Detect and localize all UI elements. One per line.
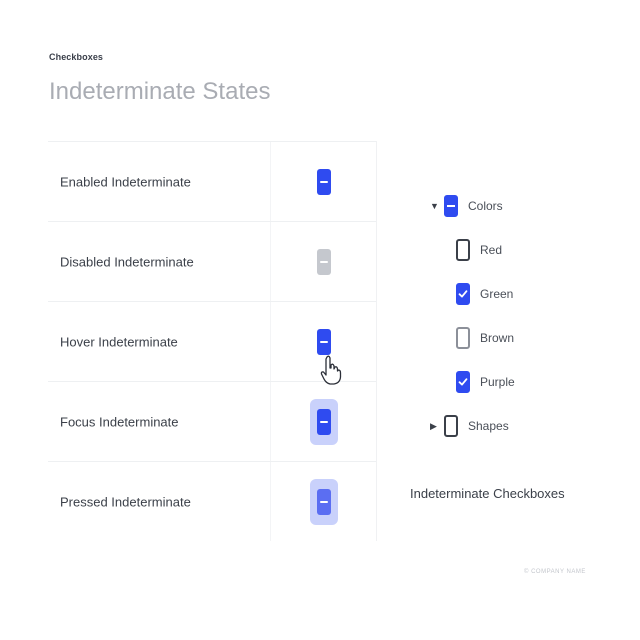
eyebrow-label: Checkboxes bbox=[49, 52, 104, 62]
pressed-indeterminate-checkbox[interactable] bbox=[310, 479, 338, 525]
shapes-checkbox[interactable] bbox=[444, 415, 458, 437]
page-title: Indeterminate States bbox=[49, 78, 271, 105]
brown-checkbox[interactable] bbox=[456, 327, 470, 349]
dash-icon bbox=[320, 501, 328, 503]
colors-checkbox[interactable] bbox=[444, 195, 458, 217]
purple-checkbox[interactable] bbox=[456, 371, 470, 393]
states-table: Enabled Indeterminate Disabled Indetermi… bbox=[48, 141, 377, 541]
state-label: Disabled Indeterminate bbox=[60, 254, 194, 270]
red-checkbox[interactable] bbox=[456, 239, 470, 261]
focus-indeterminate-checkbox[interactable] bbox=[310, 399, 338, 445]
tree-node-green[interactable]: Green bbox=[456, 280, 513, 308]
state-row-enabled: Enabled Indeterminate bbox=[48, 141, 376, 222]
state-label: Hover Indeterminate bbox=[60, 334, 178, 350]
enabled-indeterminate-checkbox[interactable] bbox=[310, 159, 338, 205]
state-label: Pressed Indeterminate bbox=[60, 494, 191, 510]
dash-icon bbox=[320, 341, 328, 343]
disabled-indeterminate-checkbox bbox=[310, 239, 338, 285]
tree-caption: Indeterminate Checkboxes bbox=[410, 486, 565, 501]
footer-watermark: © COMPANY NAME bbox=[524, 569, 586, 575]
tree-node-label: Purple bbox=[480, 375, 515, 389]
caret-right-icon[interactable]: ▶ bbox=[430, 421, 440, 432]
dash-icon bbox=[320, 421, 328, 423]
tree-node-label: Colors bbox=[468, 199, 503, 213]
state-label: Focus Indeterminate bbox=[60, 414, 179, 430]
hand-pointer-icon bbox=[320, 355, 342, 385]
tree-node-purple[interactable]: Purple bbox=[456, 368, 515, 396]
tree-node-shapes[interactable]: ▶ Shapes bbox=[430, 412, 509, 440]
green-checkbox[interactable] bbox=[456, 283, 470, 305]
caret-down-icon[interactable]: ▼ bbox=[430, 201, 440, 211]
tree-node-colors[interactable]: ▼ Colors bbox=[430, 192, 503, 220]
tree-node-red[interactable]: Red bbox=[456, 236, 502, 264]
checkmark-icon bbox=[458, 378, 468, 386]
dash-icon bbox=[447, 205, 455, 207]
dash-icon bbox=[320, 181, 328, 183]
state-row-disabled: Disabled Indeterminate bbox=[48, 221, 376, 302]
dash-icon bbox=[320, 261, 328, 263]
tree-node-label: Shapes bbox=[468, 419, 509, 433]
state-row-pressed: Pressed Indeterminate bbox=[48, 461, 376, 542]
checkmark-icon bbox=[458, 290, 468, 298]
tree-node-label: Brown bbox=[480, 331, 515, 345]
tree-node-label: Green bbox=[480, 287, 514, 301]
tree-node-label: Red bbox=[480, 243, 503, 257]
tree-node-brown[interactable]: Brown bbox=[456, 324, 514, 352]
state-row-focus: Focus Indeterminate bbox=[48, 381, 376, 462]
state-label: Enabled Indeterminate bbox=[60, 174, 191, 190]
